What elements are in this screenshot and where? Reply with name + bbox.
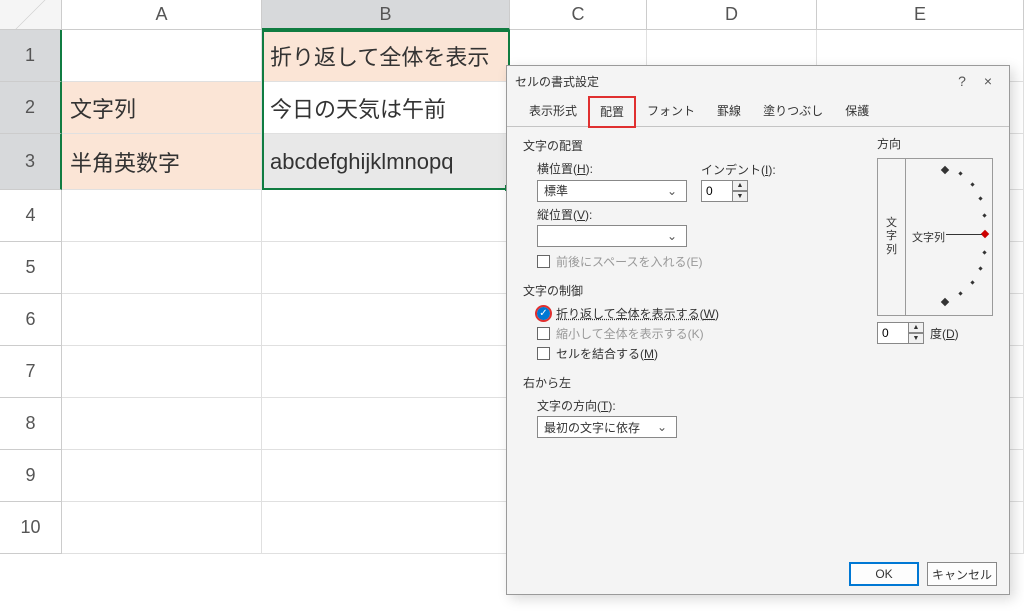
orientation-group: 方向 文字列 文字列 <box>877 135 993 348</box>
justify-distributed-checkbox <box>537 255 550 268</box>
cell-A6[interactable] <box>62 294 262 346</box>
spinner-up-icon[interactable]: ▲ <box>909 322 924 333</box>
chevron-down-icon: ⌄ <box>664 184 680 198</box>
spinner-up-icon[interactable]: ▲ <box>733 180 748 191</box>
orientation-dial[interactable]: 文字列 <box>906 159 992 315</box>
cell-B3[interactable]: abcdefghijklmnopq <box>262 134 510 190</box>
cell-A5[interactable] <box>62 242 262 294</box>
text-alignment-label: 文字の配置 <box>523 137 863 154</box>
cell-A1[interactable] <box>62 30 262 82</box>
column-headers: A B C D E <box>0 0 1024 30</box>
close-button[interactable]: × <box>975 70 1001 92</box>
col-header-D[interactable]: D <box>647 0 817 30</box>
text-alignment-group: 文字の配置 横位置(H): 標準 ⌄ インデント(I): ▲▼ <box>523 137 863 270</box>
orientation-label: 方向 <box>877 135 993 152</box>
cell-A9[interactable] <box>62 450 262 502</box>
col-header-C[interactable]: C <box>510 0 647 30</box>
indent-label: インデント(I): <box>701 161 776 178</box>
text-direction-label: 文字の方向(T): <box>537 397 993 414</box>
cell-A4[interactable] <box>62 190 262 242</box>
cell-B4[interactable] <box>262 190 510 242</box>
row-header-6[interactable]: 6 <box>0 294 62 346</box>
row-header-8[interactable]: 8 <box>0 398 62 450</box>
dialog-footer: OK キャンセル <box>849 562 997 586</box>
row-header-4[interactable]: 4 <box>0 190 62 242</box>
spinner-down-icon[interactable]: ▼ <box>733 191 748 202</box>
rtl-group-label: 右から左 <box>523 374 993 391</box>
dialog-titlebar[interactable]: セルの書式設定 ? × <box>507 66 1009 96</box>
help-button[interactable]: ? <box>949 70 975 92</box>
indent-input[interactable] <box>701 180 733 202</box>
row-header-10[interactable]: 10 <box>0 502 62 554</box>
cancel-button[interactable]: キャンセル <box>927 562 997 586</box>
chevron-down-icon: ⌄ <box>664 229 680 243</box>
row-header-7[interactable]: 7 <box>0 346 62 398</box>
row-header-9[interactable]: 9 <box>0 450 62 502</box>
tab-font[interactable]: フォント <box>637 97 705 127</box>
cell-B8[interactable] <box>262 398 510 450</box>
vertical-select[interactable]: ⌄ <box>537 225 687 247</box>
horizontal-label: 横位置(H): <box>537 160 863 177</box>
cell-A8[interactable] <box>62 398 262 450</box>
tab-number[interactable]: 表示形式 <box>519 97 587 127</box>
chevron-down-icon: ⌄ <box>654 420 670 434</box>
col-header-A[interactable]: A <box>62 0 262 30</box>
degrees-label: 度(D) <box>930 325 959 342</box>
cell-A2[interactable]: 文字列 <box>62 82 262 134</box>
dialog-content: 方向 文字列 文字列 <box>507 127 1009 460</box>
col-header-E[interactable]: E <box>817 0 1024 30</box>
format-cells-dialog: セルの書式設定 ? × 表示形式 配置 フォント 罫線 塗りつぶし 保護 方向 … <box>506 65 1010 595</box>
cell-B10[interactable] <box>262 502 510 554</box>
spinner-down-icon[interactable]: ▼ <box>909 333 924 344</box>
spreadsheet-view: A B C D E 1 2 3 4 5 6 7 8 9 10 折り返して全体を表… <box>0 0 1024 612</box>
ok-button[interactable]: OK <box>849 562 919 586</box>
row-headers: 1 2 3 4 5 6 7 8 9 10 <box>0 30 62 554</box>
orientation-vertical-text[interactable]: 文字列 <box>878 159 906 315</box>
tab-protection[interactable]: 保護 <box>835 97 879 127</box>
row-header-2[interactable]: 2 <box>0 82 62 134</box>
select-all-corner[interactable] <box>0 0 62 30</box>
cell-B1[interactable]: 折り返して全体を表示 <box>262 30 510 82</box>
orientation-degrees-input[interactable] <box>877 322 909 344</box>
horizontal-select[interactable]: 標準 ⌄ <box>537 180 687 202</box>
dialog-tabs: 表示形式 配置 フォント 罫線 塗りつぶし 保護 <box>507 96 1009 127</box>
cell-A10[interactable] <box>62 502 262 554</box>
row-header-1[interactable]: 1 <box>0 30 62 82</box>
orientation-control[interactable]: 文字列 文字列 <box>877 158 993 316</box>
orientation-line <box>946 234 982 235</box>
cell-B7[interactable] <box>262 346 510 398</box>
row-header-5[interactable]: 5 <box>0 242 62 294</box>
cell-A7[interactable] <box>62 346 262 398</box>
text-direction-select[interactable]: 最初の文字に依存 ⌄ <box>537 416 677 438</box>
tab-fill[interactable]: 塗りつぶし <box>753 97 833 127</box>
shrink-to-fit-label: 縮小して全体を表示する(K) <box>556 325 704 342</box>
orientation-degrees-spinner[interactable]: ▲▼ <box>877 322 924 344</box>
text-direction-value: 最初の文字に依存 <box>544 419 640 436</box>
cell-A3[interactable]: 半角英数字 <box>62 134 262 190</box>
merge-cells-checkbox[interactable] <box>537 347 550 360</box>
wrap-text-checkbox[interactable]: ✓ <box>537 307 550 320</box>
cell-B9[interactable] <box>262 450 510 502</box>
dialog-title: セルの書式設定 <box>515 73 949 90</box>
tab-alignment[interactable]: 配置 <box>589 97 635 127</box>
cell-B6[interactable] <box>262 294 510 346</box>
tab-border[interactable]: 罫線 <box>707 97 751 127</box>
wrap-text-label: 折り返して全体を表示する(W) <box>556 305 719 322</box>
row-header-3[interactable]: 3 <box>0 134 62 190</box>
cell-B2[interactable]: 今日の天気は午前 <box>262 82 510 134</box>
horizontal-value: 標準 <box>544 182 568 199</box>
vertical-label: 縦位置(V): <box>537 206 863 223</box>
col-header-B[interactable]: B <box>262 0 510 30</box>
merge-cells-label: セルを結合する(M) <box>556 345 658 362</box>
cell-B5[interactable] <box>262 242 510 294</box>
orientation-sample-text: 文字列 <box>912 229 945 245</box>
right-to-left-group: 右から左 文字の方向(T): 最初の文字に依存 ⌄ <box>523 374 993 438</box>
justify-distributed-label: 前後にスペースを入れる(E) <box>556 253 703 270</box>
indent-spinner[interactable]: ▲▼ <box>701 180 776 202</box>
shrink-to-fit-checkbox <box>537 327 550 340</box>
